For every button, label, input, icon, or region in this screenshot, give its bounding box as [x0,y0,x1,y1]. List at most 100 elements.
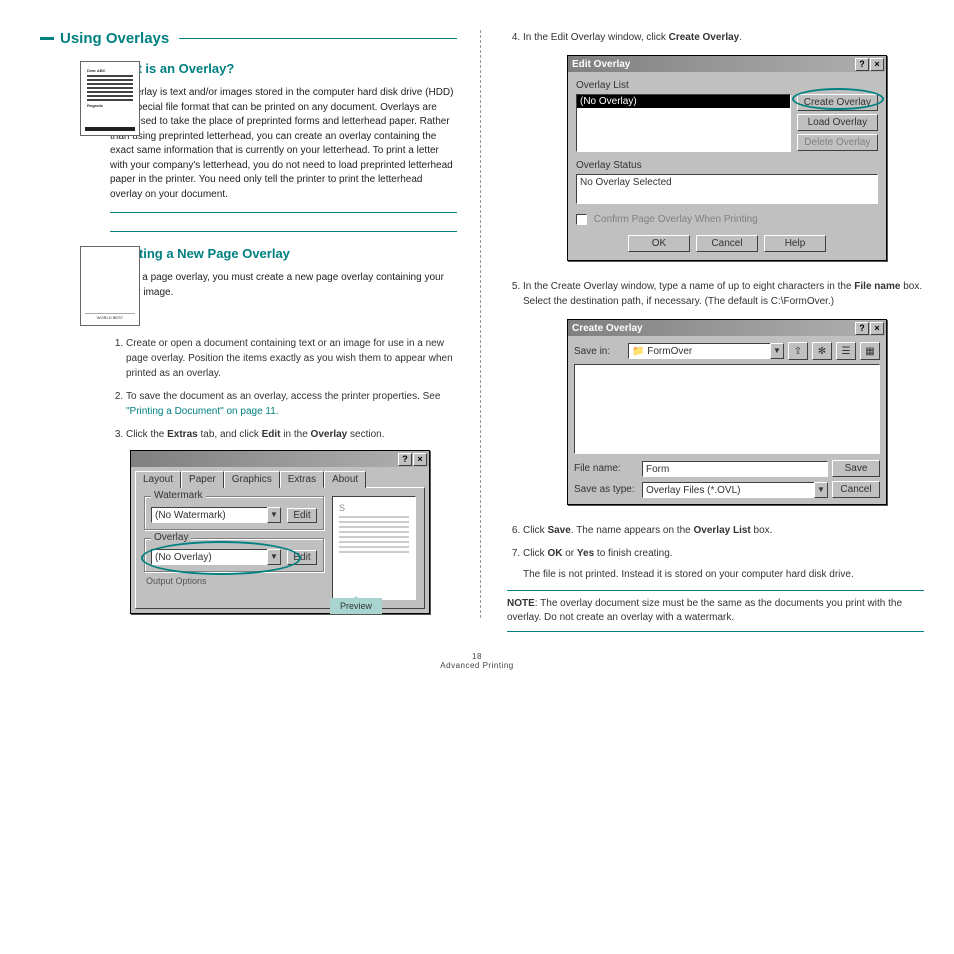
cancel-button[interactable]: Cancel [832,481,880,498]
overlay-status-box: No Overlay Selected [576,174,878,204]
saveastype-value: Overlay Files (*.OVL) [642,482,814,498]
overlay-value: (No Overlay) [151,549,267,565]
load-overlay-button[interactable]: Load Overlay [797,114,878,131]
ok-button[interactable]: OK [628,235,690,252]
tab-paper[interactable]: Paper [181,471,224,488]
page-footer: 18 Advanced Printing [0,652,954,670]
tab-layout[interactable]: Layout [135,471,181,488]
close-icon[interactable]: × [870,322,884,335]
up-folder-icon[interactable]: ⇧ [788,342,808,360]
footer-section: Advanced Printing [0,661,954,670]
step-7: Click OK or Yes to finish creating. The … [523,546,924,582]
overlay-listbox[interactable]: (No Overlay) [576,94,791,152]
delete-overlay-button: Delete Overlay [797,134,878,151]
filename-label: File name: [574,463,638,474]
help-icon[interactable]: ? [855,322,869,335]
help-button[interactable]: Help [764,235,826,252]
steps-list-right-6: Click Save. The name appears on the Over… [507,523,924,582]
savein-label: Save in: [574,346,624,357]
dialog-titlebar: ? × [131,451,429,467]
save-button[interactable]: Save [832,460,880,477]
separator-1 [110,212,457,213]
watermark-value: (No Watermark) [151,507,267,523]
edit-overlay-titlebar: Edit Overlay ? × [568,56,886,72]
watermark-group: Watermark (No Watermark) ▼ Edit [144,496,324,530]
thumb-footer-bar [85,127,135,131]
create-overlay-button[interactable]: Create Overlay [797,94,878,111]
step-2: To save the document as an overlay, acce… [126,389,457,419]
what-is-overlay-heading: What is an Overlay? [110,61,457,76]
thumb-regards: Regards [87,103,133,108]
new-folder-icon[interactable]: ✻ [812,342,832,360]
file-browser[interactable] [574,364,880,454]
step-6: Click Save. The name appears on the Over… [523,523,924,538]
step-3: Click the Extras tab, and click Edit in … [126,427,457,442]
close-icon[interactable]: × [870,58,884,71]
overlay-list-item[interactable]: (No Overlay) [577,95,790,108]
watermark-edit-button[interactable]: Edit [287,508,317,523]
column-divider [480,30,481,618]
left-column: Using Overlays Dear ABC Regards What is … [40,30,457,638]
section-title: Using Overlays [60,30,169,47]
cancel-button[interactable]: Cancel [696,235,758,252]
step-7-body: The file is not printed. Instead it is s… [523,567,924,582]
overlay-edit-button[interactable]: Edit [287,550,317,565]
tab-graphics[interactable]: Graphics [224,471,280,488]
help-icon[interactable]: ? [855,58,869,71]
create-overlay-titlebar: Create Overlay ? × [568,320,886,336]
extras-panel: Watermark (No Watermark) ▼ Edit [135,487,425,609]
section-header: Using Overlays [40,30,457,47]
watermark-dropdown[interactable]: (No Watermark) ▼ [151,507,281,523]
chevron-down-icon[interactable]: ▼ [770,343,784,359]
tab-strip: Layout Paper Graphics Extras About [131,467,429,488]
thumb-dear: Dear ABC [87,68,133,73]
overlay-example-thumb-1: Dear ABC Regards [80,61,140,136]
chevron-down-icon[interactable]: ▼ [267,507,281,523]
tab-extras[interactable]: Extras [280,471,324,488]
create-overlay-body: To use a page overlay, you must create a… [110,271,457,300]
tab-about[interactable]: About [324,471,366,488]
page-number: 18 [0,652,954,661]
overlay-list-label: Overlay List [576,80,878,91]
overlay-status-label: Overlay Status [576,160,878,171]
preview-pane: S [332,496,416,600]
steps-list-right: In the Edit Overlay window, click Create… [507,30,924,45]
chevron-down-icon[interactable]: ▼ [267,549,281,565]
saveastype-dropdown[interactable]: Overlay Files (*.OVL) ▼ [642,482,828,498]
saveastype-label: Save as type: [574,484,638,495]
steps-list-right-5: In the Create Overlay window, type a nam… [507,279,924,309]
step-1: Create or open a document containing tex… [126,336,457,381]
right-column: In the Edit Overlay window, click Create… [487,30,924,638]
note-rule-bottom [507,631,924,632]
watermark-legend: Watermark [151,490,206,501]
note: NOTE: The overlay document size must be … [507,597,924,625]
step-5: In the Create Overlay window, type a nam… [523,279,924,309]
overlay-legend: Overlay [151,532,191,543]
chevron-down-icon[interactable]: ▼ [814,482,828,498]
savein-dropdown[interactable]: 📁 FormOver ▼ [628,343,784,359]
what-is-overlay-body: An overlay is text and/or images stored … [110,86,457,202]
edit-overlay-title: Edit Overlay [572,59,854,70]
close-icon[interactable]: × [413,453,427,466]
confirm-checkbox[interactable] [576,214,587,225]
output-options-label: Output Options [146,576,324,586]
create-overlay-dialog: Create Overlay ? × Save in: 📁 FormOver ▼… [567,319,887,505]
savein-value: 📁 FormOver [628,343,770,359]
help-icon[interactable]: ? [398,453,412,466]
separator-2 [110,231,457,232]
confirm-checkbox-row: Confirm Page Overlay When Printing [576,214,878,225]
create-overlay-heading: Creating a New Page Overlay [110,246,457,261]
step2-link[interactable]: "Printing a Document" on page 11. [126,406,279,417]
thumb2-footer: WORLD BEST [85,313,135,320]
steps-list: Create or open a document containing tex… [110,336,457,442]
edit-overlay-dialog: Edit Overlay ? × Overlay List (No Overla… [567,55,887,261]
overlay-group: Overlay (No Overlay) ▼ Edit [144,538,324,572]
step-4: In the Edit Overlay window, click Create… [523,30,924,45]
list-view-icon[interactable]: ☰ [836,342,856,360]
printer-properties-dialog: ? × Layout Paper Graphics Extras About W… [130,450,430,614]
note-rule-top [507,590,924,591]
filename-input[interactable]: Form [642,461,828,477]
details-view-icon[interactable]: ▦ [860,342,880,360]
overlay-dropdown[interactable]: (No Overlay) ▼ [151,549,281,565]
confirm-label: Confirm Page Overlay When Printing [594,214,758,225]
